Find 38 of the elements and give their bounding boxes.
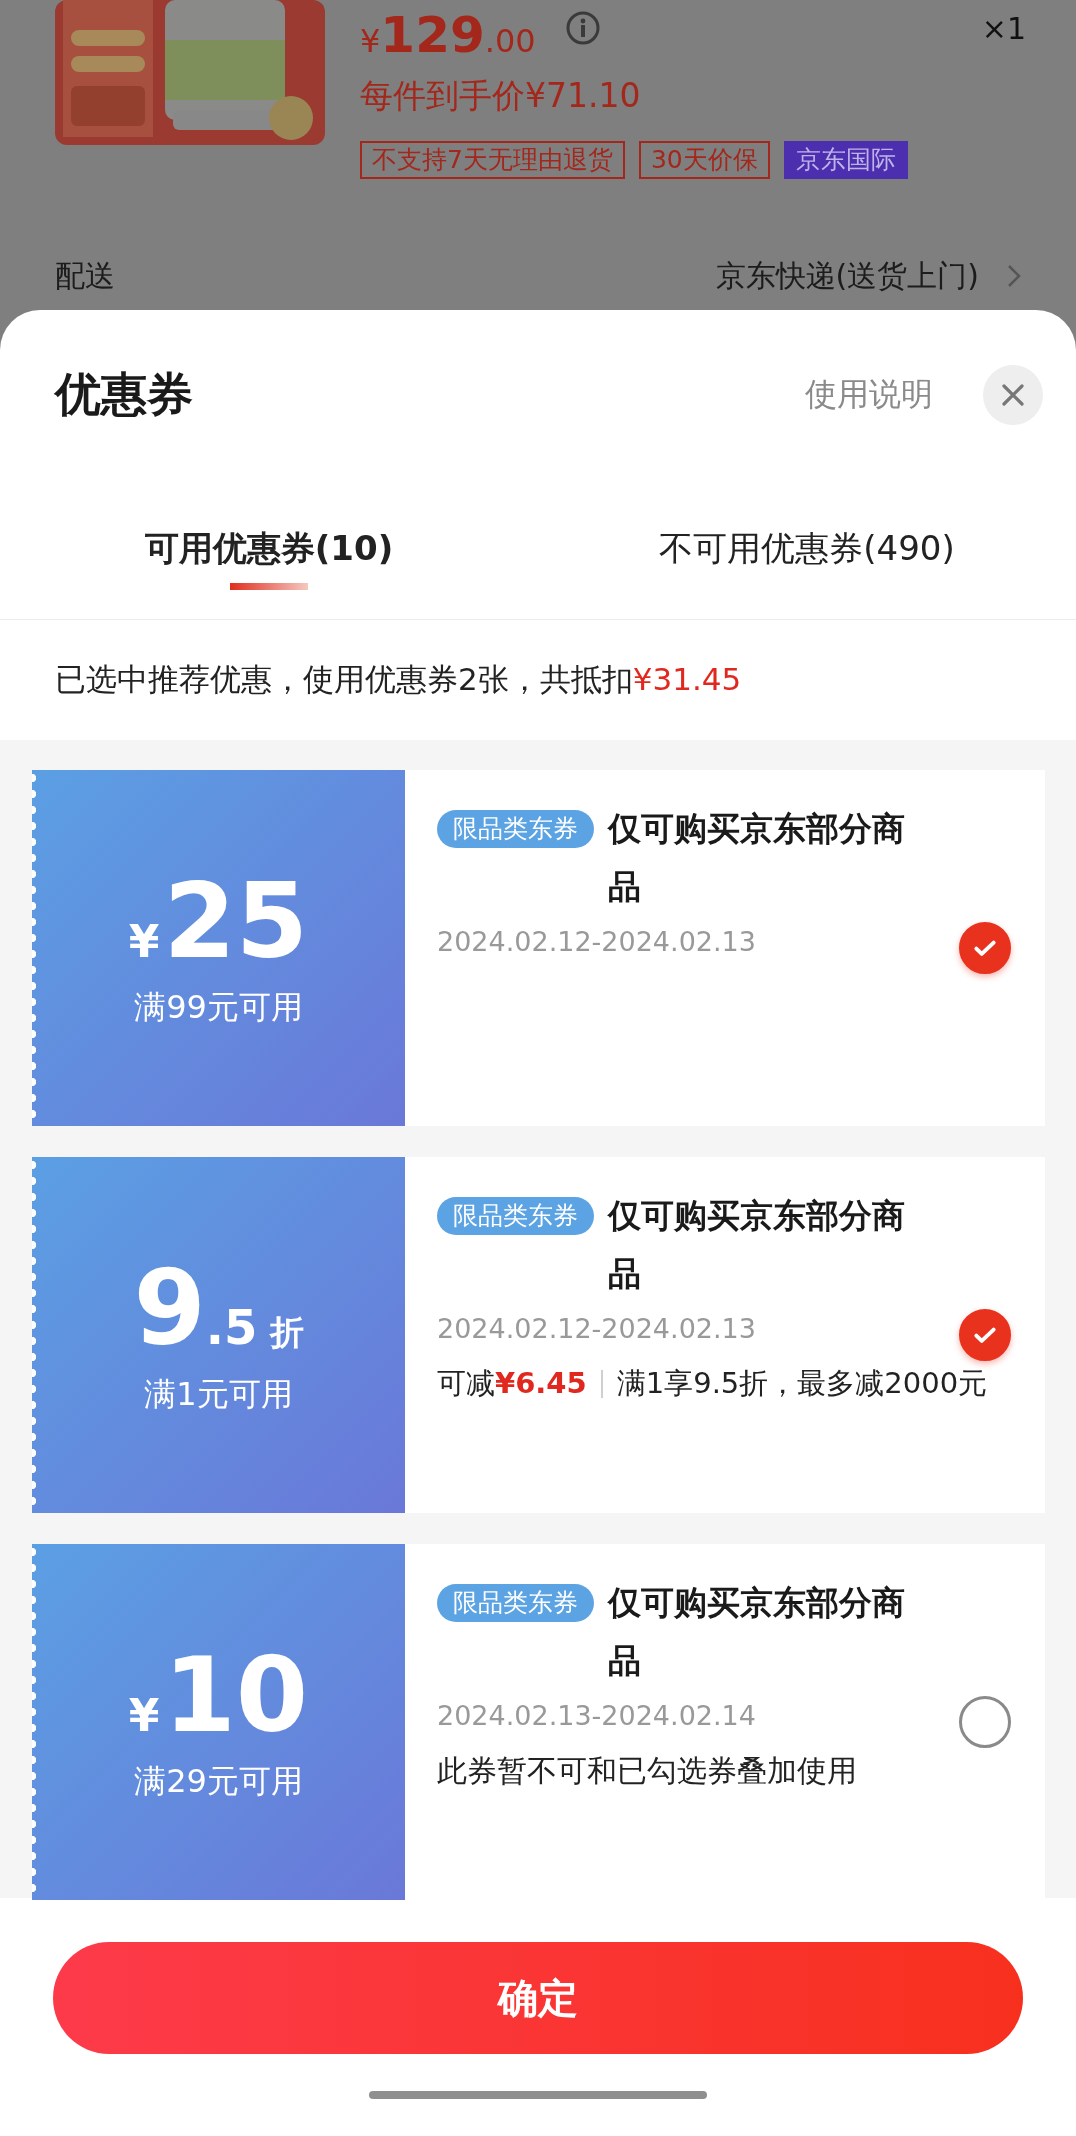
final-price: 每件到手价¥71.10 — [360, 75, 642, 117]
quantity-text: ×1 — [981, 10, 1026, 46]
checkbox[interactable] — [959, 1696, 1011, 1748]
coupon-amount: ¥10 — [128, 1640, 309, 1750]
checkbox[interactable] — [959, 1309, 1011, 1361]
coupon-dates: 2024.02.13-2024.02.14 — [437, 1700, 757, 1731]
coupon-title: 仅可购买京东部分商品 — [608, 808, 906, 908]
price-text: ¥129.00 — [360, 6, 536, 64]
chevron-icon — [1007, 264, 1021, 288]
coupon-tag: 限品类东券 — [437, 1197, 594, 1235]
coupon-tag: 限品类东券 — [437, 810, 594, 848]
delivery-value[interactable]: 京东快递(送货上门) — [715, 255, 979, 297]
coupon-amount: ¥25 — [128, 866, 309, 976]
coupon-dates: 2024.02.12-2024.02.13 — [437, 1313, 757, 1344]
info-icon[interactable] — [565, 11, 600, 45]
coupon-title: 仅可购买京东部分商品 — [608, 1582, 906, 1682]
coupon-tag: 限品类东券 — [437, 1584, 594, 1622]
delivery-label: 配送 — [55, 256, 115, 295]
checkbox[interactable] — [959, 922, 1011, 974]
coupon-dates: 2024.02.12-2024.02.13 — [437, 926, 757, 957]
product-tag: 不支持7天无理由退货 — [360, 141, 625, 179]
discount-detail: 满1享9.5折，最多减2000元 — [616, 1365, 988, 1402]
coupon-condition: 满99元可用 — [134, 987, 303, 1028]
summary-text: 已选中推荐优惠，使用优惠券2张，共抵扣¥31.45 — [55, 660, 742, 699]
close-icon — [1001, 383, 1025, 407]
product-tag: 京东国际 — [783, 141, 908, 179]
sheet-title: 优惠券 — [55, 366, 193, 423]
tab[interactable]: 可用优惠券(10) — [144, 525, 394, 571]
coupon-amount: 9.5 折 — [133, 1253, 304, 1363]
coupon-note: 此券暂不可和已勾选券叠加使用 — [437, 1752, 858, 1790]
coupon-condition: 满29元可用 — [134, 1761, 303, 1802]
help-link[interactable]: 使用说明 — [805, 373, 933, 417]
confirm-button[interactable]: 确定 — [53, 1942, 1023, 2054]
savings-text: 可减¥6.45 — [437, 1365, 587, 1402]
tab[interactable]: 不可用优惠券(490) — [659, 525, 955, 571]
coupon-title: 仅可购买京东部分商品 — [608, 1195, 906, 1295]
product-tag: 30天价保 — [638, 141, 770, 179]
coupon-condition: 满1元可用 — [144, 1374, 293, 1415]
